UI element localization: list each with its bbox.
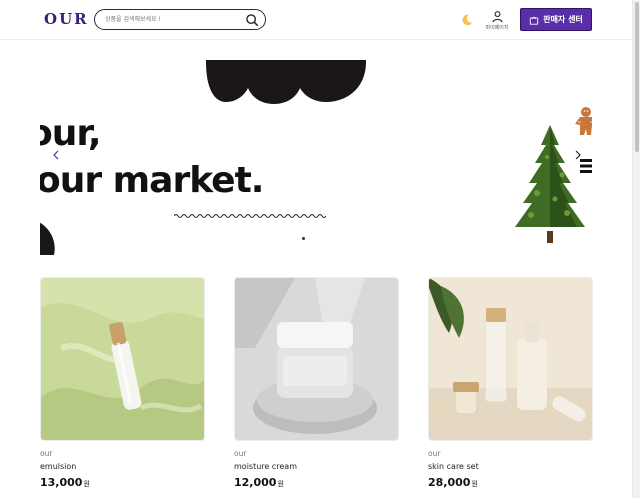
christmas-tree-image bbox=[515, 125, 585, 243]
user-icon bbox=[492, 11, 502, 23]
moisture-cream-photo bbox=[235, 278, 398, 440]
price-currency: 원 bbox=[471, 480, 478, 488]
skin-care-set-photo bbox=[429, 278, 592, 440]
seller-center-button[interactable]: 판매자 센터 bbox=[520, 8, 592, 31]
product-image-skin-care-set[interactable] bbox=[428, 277, 593, 441]
product-name[interactable]: skin care set bbox=[428, 462, 593, 472]
price-value: 12,000 bbox=[234, 476, 277, 489]
product-brand: our bbox=[40, 449, 53, 458]
product-card[interactable]: our emulsion 13,000원 bbox=[40, 277, 205, 491]
seller-center-label: 판매자 센터 bbox=[543, 15, 583, 24]
stripe-decoration bbox=[580, 159, 592, 173]
carousel-indicator[interactable] bbox=[302, 237, 305, 240]
mypage-button[interactable]: 마이페이지 bbox=[484, 8, 510, 34]
product-brand: our bbox=[428, 449, 441, 458]
wave-decoration bbox=[174, 214, 326, 218]
product-name[interactable]: moisture cream bbox=[234, 462, 399, 472]
price-currency: 원 bbox=[83, 480, 90, 488]
price-currency: 원 bbox=[277, 480, 284, 488]
banner-title-line1: our, bbox=[40, 113, 101, 154]
hero-banner: our, our market. bbox=[40, 41, 592, 256]
gingerbread-cookie-image bbox=[575, 107, 592, 135]
price-value: 28,000 bbox=[428, 476, 471, 489]
product-card[interactable]: our moisture cream 12,000원 bbox=[234, 277, 399, 491]
product-card[interactable]: our skin care set 28,000원 bbox=[428, 277, 593, 491]
search-bar[interactable] bbox=[94, 9, 266, 30]
page-scrollbar[interactable] bbox=[632, 0, 640, 498]
moon-icon[interactable] bbox=[460, 13, 474, 27]
product-image-moisture-cream[interactable] bbox=[234, 277, 399, 441]
mypage-label: 마이페이지 bbox=[485, 25, 509, 31]
product-price: 12,000원 bbox=[234, 476, 399, 491]
carousel-next-icon[interactable] bbox=[572, 149, 584, 161]
site-header: OUR 마이페이지 판매자 센터 bbox=[0, 0, 632, 40]
scrollbar-thumb[interactable] bbox=[635, 2, 639, 152]
product-name[interactable]: emulsion bbox=[40, 462, 205, 472]
price-value: 13,000 bbox=[40, 476, 83, 489]
product-brand: our bbox=[234, 449, 247, 458]
product-price: 28,000원 bbox=[428, 476, 593, 491]
shopping-bag-icon bbox=[529, 16, 539, 25]
scalloped-arch-shape bbox=[206, 60, 366, 104]
emulsion-photo bbox=[41, 278, 204, 440]
product-image-emulsion[interactable] bbox=[40, 277, 205, 441]
banner-title-line2: our market. bbox=[40, 160, 264, 201]
product-price: 13,000원 bbox=[40, 476, 205, 491]
carousel-prev-icon[interactable] bbox=[50, 149, 62, 161]
search-icon[interactable] bbox=[245, 13, 259, 27]
search-input[interactable] bbox=[105, 13, 245, 26]
half-circle-shape bbox=[40, 222, 55, 255]
logo[interactable]: OUR bbox=[44, 10, 89, 28]
